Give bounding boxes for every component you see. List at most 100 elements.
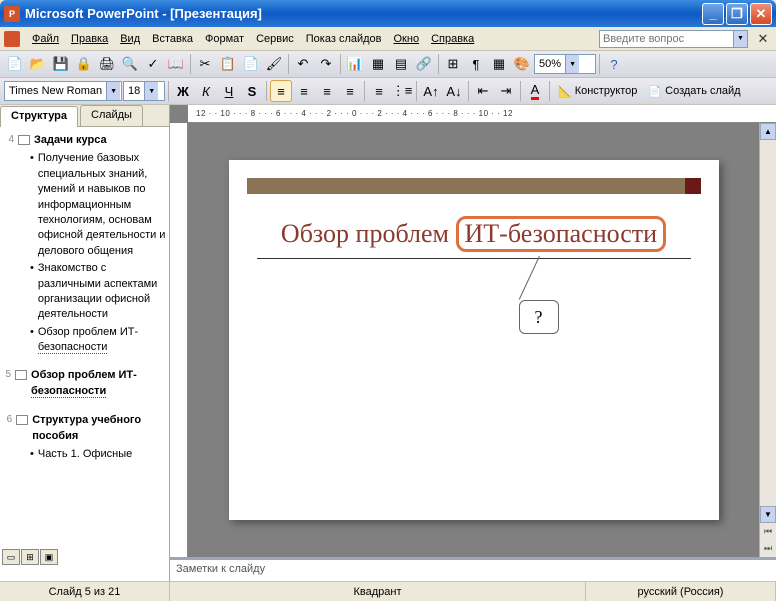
research-icon[interactable]: 📖 [165,53,187,75]
help-icon[interactable]: ? [603,53,625,75]
grid-icon[interactable]: ▦ [488,53,510,75]
menu-help[interactable]: Справка [425,30,480,48]
menu-view[interactable]: Вид [114,30,146,48]
show-formatting-icon[interactable]: ¶ [465,53,487,75]
vertical-scrollbar[interactable]: ▲ ▼ ⏮ ⏭ [759,123,776,557]
menu-window[interactable]: Окно [388,30,426,48]
outline-bullet[interactable]: Получение базовых специальных знаний, ум… [30,150,167,260]
font-size-combo[interactable]: 18▼ [123,81,165,101]
align-center-icon[interactable]: ≡ [293,80,315,102]
increase-font-icon[interactable]: A↑ [420,80,442,102]
outline-tree[interactable]: 4 Задачи курса Получение базовых специал… [0,127,169,581]
standard-toolbar: 📄 📂 💾 🔒 🖨 🔍 ✓ 📖 ✂ 📋 📄 🖌 ↶ ↷ 📊 ▦ ▤ 🔗 ⊞ ¶ … [0,51,776,78]
hyperlink-icon[interactable]: 🔗 [413,53,435,75]
permission-icon[interactable]: 🔒 [73,53,95,75]
font-combo[interactable]: Times New Roman▼ [4,81,122,101]
slide-thumb-icon [15,370,27,380]
slide-thumb-icon [18,135,30,145]
outline-bullet[interactable]: Часть 1. Офисные [30,446,167,463]
decrease-font-icon[interactable]: A↓ [443,80,465,102]
slideshow-view-icon[interactable]: ▣ [40,549,58,565]
designer-button[interactable]: 📐 Конструктор [553,80,642,102]
window-titlebar: P Microsoft PowerPoint - [Презентация] _… [0,0,776,27]
tab-structure[interactable]: Структура [0,106,78,127]
next-slide-icon[interactable]: ⏭ [760,540,776,557]
help-search-input[interactable] [599,30,734,48]
italic-icon[interactable]: К [195,80,217,102]
align-right-icon[interactable]: ≡ [316,80,338,102]
outline-slide-title[interactable]: Структура учебного пособия [32,413,167,444]
outline-slide-title[interactable]: Обзор проблем ИТ-безопасности [31,368,167,399]
minimize-button[interactable]: _ [702,3,724,25]
callout-shape[interactable]: ? [519,300,559,334]
align-left-icon[interactable]: ≡ [270,80,292,102]
shadow-icon[interactable]: S [241,80,263,102]
status-language[interactable]: русский (Россия) [586,582,776,601]
font-color-icon[interactable]: A [524,80,546,102]
vertical-ruler[interactable] [170,123,188,557]
notes-pane[interactable]: Заметки к слайду [170,557,776,581]
slide-title-text[interactable]: Обзор проблем ИТ-безопасности [247,216,701,258]
format-painter-icon[interactable]: 🖌 [263,53,285,75]
copy-icon[interactable]: 📋 [217,53,239,75]
new-icon[interactable]: 📄 [4,53,26,75]
menu-file[interactable]: Файл [26,30,65,48]
table-icon[interactable]: ▦ [367,53,389,75]
scroll-up-icon[interactable]: ▲ [760,123,776,140]
maximize-button[interactable]: ❐ [726,3,748,25]
slide-canvas[interactable]: Обзор проблем ИТ-безопасности ? [188,123,759,557]
sorter-view-icon[interactable]: ⊞ [21,549,39,565]
title-highlight-box: ИТ-безопасности [456,216,667,252]
bullets-icon[interactable]: ⋮≡ [391,80,413,102]
prev-slide-icon[interactable]: ⏮ [760,523,776,540]
slide-editor: 12 · · 10 · · · 8 · · · 6 · · · 4 · · · … [170,105,776,581]
bold-icon[interactable]: Ж [172,80,194,102]
increase-indent-icon[interactable]: ⇥ [495,80,517,102]
cut-icon[interactable]: ✂ [194,53,216,75]
callout-text[interactable]: ? [519,300,559,334]
outline-bullet[interactable]: Знакомство с различными аспектами органи… [30,260,167,324]
outline-bullet[interactable]: Обзор проблем ИТ-безопасности [30,324,167,357]
outline-panel: Структура Слайды 4 Задачи курса Получени… [0,105,170,581]
color-icon[interactable]: 🎨 [511,53,533,75]
view-mode-tabs: ▭ ⊞ ▣ [2,549,58,565]
close-button[interactable]: ✕ [750,3,772,25]
horizontal-ruler[interactable]: 12 · · 10 · · · 8 · · · 6 · · · 4 · · · … [188,105,776,123]
underline-icon[interactable]: Ч [218,80,240,102]
new-slide-button[interactable]: 📄 Создать слайд [643,80,745,102]
title-underline [257,258,691,259]
decrease-indent-icon[interactable]: ⇤ [472,80,494,102]
redo-icon[interactable]: ↷ [315,53,337,75]
paste-icon[interactable]: 📄 [240,53,262,75]
tab-slides[interactable]: Слайды [80,105,143,126]
align-justify-icon[interactable]: ≡ [339,80,361,102]
status-bar: Слайд 5 из 21 Квадрант русский (Россия) [0,581,776,601]
menu-edit[interactable]: Правка [65,30,114,48]
slide[interactable]: Обзор проблем ИТ-безопасности ? [229,160,719,520]
menu-format[interactable]: Формат [199,30,250,48]
menu-tools[interactable]: Сервис [250,30,300,48]
open-icon[interactable]: 📂 [27,53,49,75]
formatting-toolbar: Times New Roman▼ 18▼ Ж К Ч S ≡ ≡ ≡ ≡ ≡ ⋮… [0,78,776,105]
preview-icon[interactable]: 🔍 [119,53,141,75]
status-slide-number: Слайд 5 из 21 [0,582,170,601]
powerpoint-icon[interactable] [4,31,20,47]
menu-slideshow[interactable]: Показ слайдов [300,30,388,48]
expand-icon[interactable]: ⊞ [442,53,464,75]
slide-header-bar [247,178,701,194]
print-icon[interactable]: 🖨 [96,53,118,75]
chart-icon[interactable]: 📊 [344,53,366,75]
doc-close-button[interactable]: ✕ [752,28,774,50]
save-icon[interactable]: 💾 [50,53,72,75]
menu-insert[interactable]: Вставка [146,30,199,48]
tables-borders-icon[interactable]: ▤ [390,53,412,75]
undo-icon[interactable]: ↶ [292,53,314,75]
numbering-icon[interactable]: ≡ [368,80,390,102]
zoom-combo[interactable]: 50%▼ [534,54,596,74]
help-dropdown[interactable]: ▼ [734,30,748,48]
normal-view-icon[interactable]: ▭ [2,549,20,565]
scroll-down-icon[interactable]: ▼ [760,506,776,523]
slide-thumb-icon [16,415,28,425]
spell-icon[interactable]: ✓ [142,53,164,75]
outline-slide-title[interactable]: Задачи курса [34,133,107,148]
